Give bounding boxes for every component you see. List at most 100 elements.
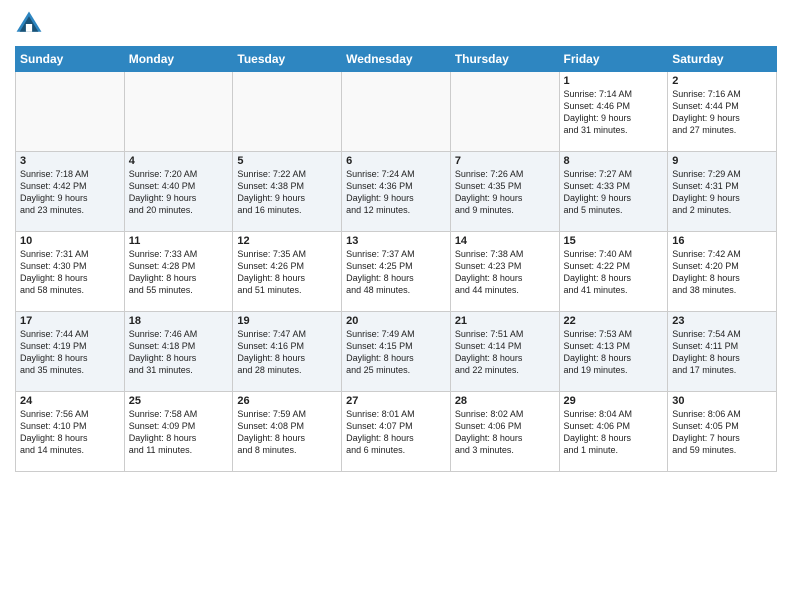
calendar-week-5: 24Sunrise: 7:56 AM Sunset: 4:10 PM Dayli… (16, 392, 777, 472)
calendar-header-thursday: Thursday (450, 47, 559, 72)
day-number: 28 (455, 395, 555, 407)
calendar-cell: 12Sunrise: 7:35 AM Sunset: 4:26 PM Dayli… (233, 232, 342, 312)
calendar-week-4: 17Sunrise: 7:44 AM Sunset: 4:19 PM Dayli… (16, 312, 777, 392)
day-number: 20 (346, 315, 446, 327)
calendar-header-friday: Friday (559, 47, 668, 72)
logo (15, 10, 46, 38)
calendar-cell: 15Sunrise: 7:40 AM Sunset: 4:22 PM Dayli… (559, 232, 668, 312)
day-number: 25 (129, 395, 229, 407)
calendar-cell: 6Sunrise: 7:24 AM Sunset: 4:36 PM Daylig… (342, 152, 451, 232)
day-info: Sunrise: 7:31 AM Sunset: 4:30 PM Dayligh… (20, 248, 120, 297)
calendar-header-tuesday: Tuesday (233, 47, 342, 72)
day-number: 14 (455, 235, 555, 247)
calendar-cell: 28Sunrise: 8:02 AM Sunset: 4:06 PM Dayli… (450, 392, 559, 472)
calendar-cell: 21Sunrise: 7:51 AM Sunset: 4:14 PM Dayli… (450, 312, 559, 392)
day-info: Sunrise: 7:42 AM Sunset: 4:20 PM Dayligh… (672, 248, 772, 297)
calendar-cell: 25Sunrise: 7:58 AM Sunset: 4:09 PM Dayli… (124, 392, 233, 472)
day-info: Sunrise: 7:58 AM Sunset: 4:09 PM Dayligh… (129, 408, 229, 457)
day-info: Sunrise: 7:35 AM Sunset: 4:26 PM Dayligh… (237, 248, 337, 297)
day-info: Sunrise: 7:29 AM Sunset: 4:31 PM Dayligh… (672, 168, 772, 217)
calendar-cell: 17Sunrise: 7:44 AM Sunset: 4:19 PM Dayli… (16, 312, 125, 392)
calendar-cell: 14Sunrise: 7:38 AM Sunset: 4:23 PM Dayli… (450, 232, 559, 312)
calendar-cell: 10Sunrise: 7:31 AM Sunset: 4:30 PM Dayli… (16, 232, 125, 312)
calendar-header-wednesday: Wednesday (342, 47, 451, 72)
day-info: Sunrise: 7:22 AM Sunset: 4:38 PM Dayligh… (237, 168, 337, 217)
day-number: 13 (346, 235, 446, 247)
day-number: 21 (455, 315, 555, 327)
day-number: 11 (129, 235, 229, 247)
day-info: Sunrise: 7:59 AM Sunset: 4:08 PM Dayligh… (237, 408, 337, 457)
day-number: 26 (237, 395, 337, 407)
day-number: 12 (237, 235, 337, 247)
day-number: 4 (129, 155, 229, 167)
calendar-cell: 18Sunrise: 7:46 AM Sunset: 4:18 PM Dayli… (124, 312, 233, 392)
calendar-cell (124, 72, 233, 152)
day-info: Sunrise: 7:18 AM Sunset: 4:42 PM Dayligh… (20, 168, 120, 217)
day-number: 9 (672, 155, 772, 167)
calendar-cell: 7Sunrise: 7:26 AM Sunset: 4:35 PM Daylig… (450, 152, 559, 232)
day-info: Sunrise: 7:20 AM Sunset: 4:40 PM Dayligh… (129, 168, 229, 217)
day-info: Sunrise: 7:51 AM Sunset: 4:14 PM Dayligh… (455, 328, 555, 377)
calendar-cell: 11Sunrise: 7:33 AM Sunset: 4:28 PM Dayli… (124, 232, 233, 312)
calendar-cell: 3Sunrise: 7:18 AM Sunset: 4:42 PM Daylig… (16, 152, 125, 232)
calendar-cell: 24Sunrise: 7:56 AM Sunset: 4:10 PM Dayli… (16, 392, 125, 472)
calendar-cell: 26Sunrise: 7:59 AM Sunset: 4:08 PM Dayli… (233, 392, 342, 472)
calendar-cell: 30Sunrise: 8:06 AM Sunset: 4:05 PM Dayli… (668, 392, 777, 472)
day-number: 6 (346, 155, 446, 167)
calendar-cell: 16Sunrise: 7:42 AM Sunset: 4:20 PM Dayli… (668, 232, 777, 312)
calendar-header-sunday: Sunday (16, 47, 125, 72)
day-number: 19 (237, 315, 337, 327)
day-number: 23 (672, 315, 772, 327)
page-container: SundayMondayTuesdayWednesdayThursdayFrid… (0, 0, 792, 482)
calendar-cell: 23Sunrise: 7:54 AM Sunset: 4:11 PM Dayli… (668, 312, 777, 392)
day-info: Sunrise: 7:14 AM Sunset: 4:46 PM Dayligh… (564, 88, 664, 137)
day-info: Sunrise: 8:01 AM Sunset: 4:07 PM Dayligh… (346, 408, 446, 457)
logo-icon (15, 10, 43, 38)
day-info: Sunrise: 7:46 AM Sunset: 4:18 PM Dayligh… (129, 328, 229, 377)
calendar-cell: 13Sunrise: 7:37 AM Sunset: 4:25 PM Dayli… (342, 232, 451, 312)
day-number: 27 (346, 395, 446, 407)
day-info: Sunrise: 7:27 AM Sunset: 4:33 PM Dayligh… (564, 168, 664, 217)
day-info: Sunrise: 8:02 AM Sunset: 4:06 PM Dayligh… (455, 408, 555, 457)
day-number: 15 (564, 235, 664, 247)
day-info: Sunrise: 8:04 AM Sunset: 4:06 PM Dayligh… (564, 408, 664, 457)
calendar-cell: 1Sunrise: 7:14 AM Sunset: 4:46 PM Daylig… (559, 72, 668, 152)
day-info: Sunrise: 7:33 AM Sunset: 4:28 PM Dayligh… (129, 248, 229, 297)
day-number: 10 (20, 235, 120, 247)
calendar-cell: 27Sunrise: 8:01 AM Sunset: 4:07 PM Dayli… (342, 392, 451, 472)
day-number: 17 (20, 315, 120, 327)
calendar-cell: 9Sunrise: 7:29 AM Sunset: 4:31 PM Daylig… (668, 152, 777, 232)
day-number: 16 (672, 235, 772, 247)
day-info: Sunrise: 7:49 AM Sunset: 4:15 PM Dayligh… (346, 328, 446, 377)
day-info: Sunrise: 8:06 AM Sunset: 4:05 PM Dayligh… (672, 408, 772, 457)
calendar-table: SundayMondayTuesdayWednesdayThursdayFrid… (15, 46, 777, 472)
calendar-week-1: 1Sunrise: 7:14 AM Sunset: 4:46 PM Daylig… (16, 72, 777, 152)
day-info: Sunrise: 7:56 AM Sunset: 4:10 PM Dayligh… (20, 408, 120, 457)
calendar-week-2: 3Sunrise: 7:18 AM Sunset: 4:42 PM Daylig… (16, 152, 777, 232)
day-info: Sunrise: 7:16 AM Sunset: 4:44 PM Dayligh… (672, 88, 772, 137)
day-info: Sunrise: 7:54 AM Sunset: 4:11 PM Dayligh… (672, 328, 772, 377)
day-info: Sunrise: 7:40 AM Sunset: 4:22 PM Dayligh… (564, 248, 664, 297)
day-info: Sunrise: 7:37 AM Sunset: 4:25 PM Dayligh… (346, 248, 446, 297)
calendar-cell (233, 72, 342, 152)
day-number: 18 (129, 315, 229, 327)
day-number: 3 (20, 155, 120, 167)
day-number: 30 (672, 395, 772, 407)
day-info: Sunrise: 7:24 AM Sunset: 4:36 PM Dayligh… (346, 168, 446, 217)
calendar-cell: 2Sunrise: 7:16 AM Sunset: 4:44 PM Daylig… (668, 72, 777, 152)
day-number: 5 (237, 155, 337, 167)
day-info: Sunrise: 7:53 AM Sunset: 4:13 PM Dayligh… (564, 328, 664, 377)
calendar-cell (342, 72, 451, 152)
day-info: Sunrise: 7:47 AM Sunset: 4:16 PM Dayligh… (237, 328, 337, 377)
day-number: 22 (564, 315, 664, 327)
calendar-cell: 22Sunrise: 7:53 AM Sunset: 4:13 PM Dayli… (559, 312, 668, 392)
calendar-header-monday: Monday (124, 47, 233, 72)
calendar-header-row: SundayMondayTuesdayWednesdayThursdayFrid… (16, 47, 777, 72)
calendar-cell: 8Sunrise: 7:27 AM Sunset: 4:33 PM Daylig… (559, 152, 668, 232)
day-number: 2 (672, 75, 772, 87)
calendar-cell: 4Sunrise: 7:20 AM Sunset: 4:40 PM Daylig… (124, 152, 233, 232)
calendar-cell: 5Sunrise: 7:22 AM Sunset: 4:38 PM Daylig… (233, 152, 342, 232)
day-info: Sunrise: 7:38 AM Sunset: 4:23 PM Dayligh… (455, 248, 555, 297)
day-number: 1 (564, 75, 664, 87)
day-number: 8 (564, 155, 664, 167)
